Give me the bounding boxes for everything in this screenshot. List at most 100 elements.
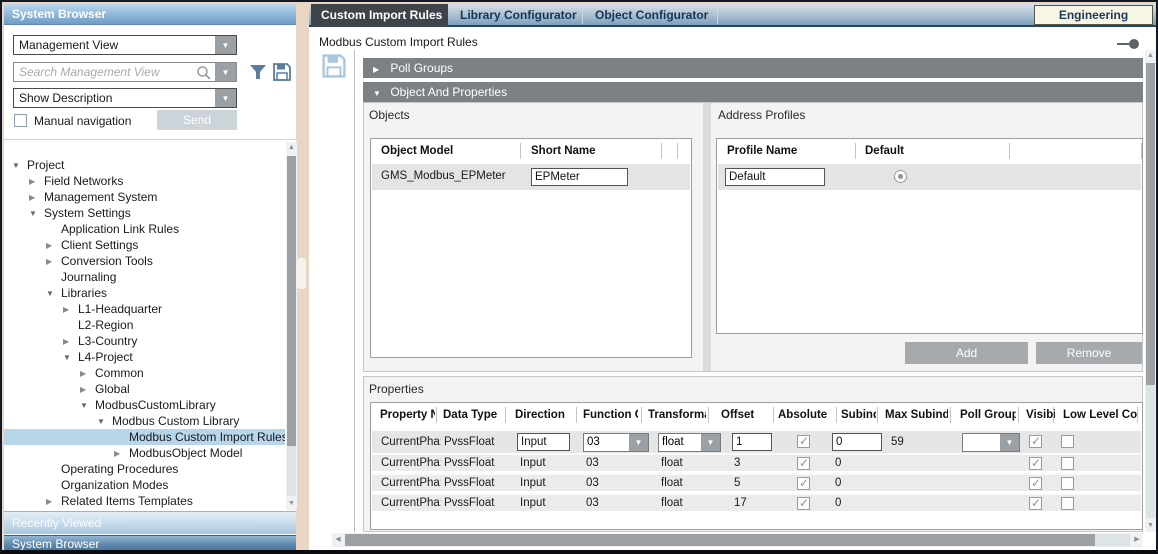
- tree-item-management-system[interactable]: ▶Management System: [4, 189, 285, 205]
- vertical-scrollbar-track[interactable]: [1146, 385, 1155, 518]
- tree-scrollbar-track[interactable]: [287, 446, 296, 496]
- chevron-right-icon[interactable]: ▶: [80, 385, 95, 394]
- scroll-left-icon[interactable]: ◀: [332, 533, 344, 547]
- scroll-up-icon[interactable]: ▲: [286, 142, 297, 154]
- scroll-down-icon[interactable]: ▼: [286, 498, 297, 510]
- tree-item-modbuscustomlibrary[interactable]: ▼ModbusCustomLibrary: [4, 397, 285, 413]
- tree-item-related-items-templates[interactable]: ▶Related Items Templates: [4, 493, 285, 509]
- column-header[interactable]: Direction: [515, 403, 574, 427]
- column-header[interactable]: Object Model: [381, 139, 516, 163]
- transformation-dropdown[interactable]: float ▼: [658, 433, 721, 452]
- scroll-up-icon[interactable]: ▲: [1145, 50, 1156, 62]
- display-mode-dropdown[interactable]: Show Description ▼: [13, 88, 237, 108]
- absolute-checkbox[interactable]: [797, 497, 810, 510]
- remove-button[interactable]: Remove: [1036, 342, 1142, 364]
- column-header[interactable]: Visibi: [1026, 403, 1055, 427]
- chevron-right-icon[interactable]: ▶: [46, 241, 61, 250]
- chevron-right-icon[interactable]: ▶: [46, 257, 61, 266]
- search-input[interactable]: Search Management View ▼: [13, 62, 237, 82]
- chevron-down-icon[interactable]: ▼: [215, 36, 236, 54]
- column-header[interactable]: Transformat: [648, 403, 706, 427]
- tree-item-common[interactable]: ▶Common: [4, 365, 285, 381]
- bottom-splitter-handle[interactable]: [754, 550, 822, 554]
- tree-item-organization-modes[interactable]: Organization Modes: [4, 477, 285, 493]
- profile-name-input[interactable]: [725, 168, 825, 186]
- chevron-down-icon[interactable]: ▼: [215, 89, 236, 107]
- column-header[interactable]: Poll Group: [960, 403, 1016, 427]
- chevron-down-icon[interactable]: ▼: [1000, 434, 1019, 451]
- horizontal-scrollbar-thumb[interactable]: [345, 534, 1095, 546]
- tree-item-modbus-custom-library[interactable]: ▼Modbus Custom Library: [4, 413, 285, 429]
- direction-input[interactable]: [517, 433, 570, 451]
- absolute-checkbox[interactable]: [797, 457, 810, 470]
- column-header[interactable]: Default: [865, 139, 1000, 163]
- column-header[interactable]: Low Level Con: [1063, 403, 1137, 427]
- column-header[interactable]: Property N: [380, 403, 435, 427]
- offset-input[interactable]: [732, 433, 772, 451]
- chevron-right-icon[interactable]: ▶: [63, 337, 78, 346]
- property-row[interactable]: CurrentPha:PvssFloatInput03float170: [372, 493, 1141, 511]
- send-button[interactable]: Send: [157, 110, 237, 130]
- chevron-down-icon[interactable]: ▼: [97, 417, 112, 426]
- view-selector-dropdown[interactable]: Management View ▼: [13, 35, 237, 55]
- tree-item-project[interactable]: ▼Project: [4, 157, 285, 173]
- subindex-input[interactable]: [832, 433, 882, 451]
- column-header[interactable]: Data Type: [443, 403, 503, 427]
- tree-scrollbar[interactable]: ▲ ▼: [286, 142, 297, 510]
- low-level-checkbox[interactable]: [1061, 457, 1074, 470]
- pin-icon[interactable]: [1117, 38, 1141, 50]
- tree-item-field-networks[interactable]: ▶Field Networks: [4, 173, 285, 189]
- chevron-down-icon[interactable]: ▼: [29, 209, 44, 218]
- chevron-down-icon[interactable]: ▼: [80, 401, 95, 410]
- low-level-checkbox[interactable]: [1061, 477, 1074, 490]
- tree-item-operating-procedures[interactable]: Operating Procedures: [4, 461, 285, 477]
- low-level-checkbox[interactable]: [1061, 435, 1074, 448]
- low-level-checkbox[interactable]: [1061, 497, 1074, 510]
- tree-item-conversion-tools[interactable]: ▶Conversion Tools: [4, 253, 285, 269]
- absolute-checkbox[interactable]: [797, 477, 810, 490]
- chevron-right-icon[interactable]: ▶: [29, 177, 44, 186]
- horizontal-scrollbar-track[interactable]: [1095, 534, 1130, 546]
- short-name-input[interactable]: [531, 168, 628, 186]
- pane-splitter[interactable]: [703, 103, 711, 371]
- table-row[interactable]: GMS_Modbus_EPMeter: [372, 164, 690, 190]
- panel-splitter-handle[interactable]: [297, 258, 306, 289]
- tree-item-application-link-rules[interactable]: Application Link Rules: [4, 221, 285, 237]
- column-header[interactable]: Subinde: [841, 403, 876, 427]
- add-button[interactable]: Add: [905, 342, 1028, 364]
- column-header[interactable]: Short Name: [531, 139, 656, 163]
- engineering-mode-button[interactable]: Engineering: [1034, 5, 1153, 25]
- chevron-right-icon[interactable]: ▶: [114, 449, 129, 458]
- chevron-right-icon[interactable]: ▶: [63, 305, 78, 314]
- visible-checkbox[interactable]: [1029, 457, 1042, 470]
- tab-library-configurator[interactable]: Library Configurator: [450, 4, 582, 27]
- save-icon[interactable]: [272, 62, 292, 82]
- chevron-down-icon[interactable]: ▼: [629, 434, 648, 451]
- property-row[interactable]: CurrentPha:PvssFloatInput03float30: [372, 453, 1141, 471]
- system-browser-footer-bar[interactable]: System Browser: [4, 535, 296, 552]
- filter-icon[interactable]: [248, 62, 268, 82]
- column-header[interactable]: Profile Name: [727, 139, 851, 163]
- chevron-down-icon[interactable]: ▼: [63, 353, 78, 362]
- vertical-scrollbar[interactable]: ▲ ▼: [1145, 50, 1156, 532]
- save-icon[interactable]: [321, 53, 347, 79]
- column-header[interactable]: Absolute: [778, 403, 833, 427]
- chevron-down-icon[interactable]: ▼: [46, 289, 61, 298]
- tab-object-configurator[interactable]: Object Configurator: [585, 4, 715, 27]
- tab-custom-import-rules[interactable]: Custom Import Rules: [311, 4, 448, 27]
- table-row[interactable]: [718, 164, 1141, 190]
- tree-item-l2-region[interactable]: L2-Region: [4, 317, 285, 333]
- chevron-right-icon[interactable]: ▶: [29, 193, 44, 202]
- absolute-checkbox[interactable]: [797, 435, 810, 448]
- visible-checkbox[interactable]: [1029, 477, 1042, 490]
- tree-item-global[interactable]: ▶Global: [4, 381, 285, 397]
- horizontal-scrollbar[interactable]: ◀ ▶: [332, 533, 1143, 547]
- tree-item-l4-project[interactable]: ▼L4-Project: [4, 349, 285, 365]
- tree-item-libraries[interactable]: ▼Libraries: [4, 285, 285, 301]
- chevron-down-icon[interactable]: ▼: [215, 63, 236, 81]
- default-radio[interactable]: [894, 170, 907, 183]
- visible-checkbox[interactable]: [1029, 497, 1042, 510]
- manual-navigation-checkbox[interactable]: [14, 114, 27, 127]
- property-row[interactable]: CurrentPha: PvssFloat 03 ▼ float ▼ 59 ▼: [372, 429, 1141, 453]
- tree-item-journaling[interactable]: Journaling: [4, 269, 285, 285]
